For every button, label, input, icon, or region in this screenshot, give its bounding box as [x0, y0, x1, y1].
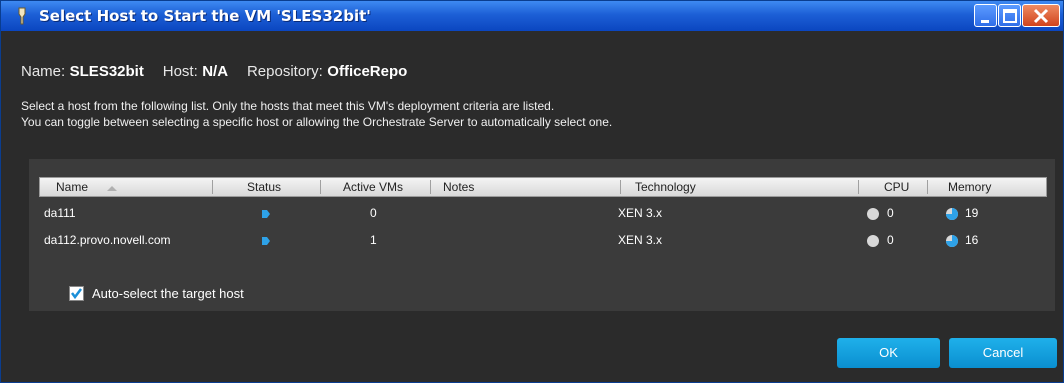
close-button[interactable] — [1022, 4, 1060, 27]
minimize-button[interactable] — [974, 4, 997, 27]
minimize-icon — [981, 20, 989, 23]
active-vms-cell: 0 — [370, 206, 377, 220]
auto-select-label[interactable]: Auto-select the target host — [92, 286, 244, 301]
auto-select-checkbox[interactable] — [69, 286, 84, 301]
table-header: Name Status Active VMs Notes Technology … — [39, 177, 1047, 197]
status-icon — [262, 210, 270, 218]
column-separator[interactable] — [430, 180, 431, 194]
name-value: SLES32bit — [69, 63, 144, 80]
cpu-usage-pie-icon — [867, 235, 879, 247]
maximize-icon — [1003, 9, 1017, 23]
table-row[interactable]: da111 0 XEN 3.x 0 19 — [39, 203, 1047, 225]
column-separator[interactable] — [212, 180, 213, 194]
window-title: Select Host to Start the VM 'SLES32bit' — [39, 7, 371, 25]
close-icon — [1033, 8, 1049, 24]
name-label: Name: — [21, 63, 66, 80]
dialog-window: Select Host to Start the VM 'SLES32bit' … — [0, 0, 1064, 383]
column-header-cpu[interactable]: CPU — [884, 178, 909, 196]
status-icon — [262, 237, 270, 245]
host-list-panel: Name Status Active VMs Notes Technology … — [29, 159, 1055, 311]
host-label: Host: — [162, 63, 198, 80]
ok-button[interactable]: OK — [837, 338, 940, 368]
title-bar[interactable]: Select Host to Start the VM 'SLES32bit' — [1, 1, 1063, 31]
column-separator[interactable] — [858, 180, 859, 194]
column-header-status[interactable]: Status — [247, 178, 281, 196]
instruction-line-2: You can toggle between selecting a speci… — [21, 115, 613, 129]
host-name-cell: da112.provo.novell.com — [44, 233, 171, 247]
cpu-cell: 0 — [887, 233, 894, 247]
column-header-memory[interactable]: Memory — [948, 178, 991, 196]
column-header-technology[interactable]: Technology — [635, 178, 696, 196]
repository-label: Repository: — [246, 63, 323, 80]
vm-info-line: Name: SLES32bit Host: N/A Repository: Of… — [21, 63, 407, 80]
app-icon — [18, 7, 26, 25]
memory-usage-pie-icon — [946, 208, 958, 220]
host-name-cell: da111 — [44, 206, 76, 220]
technology-cell: XEN 3.x — [618, 233, 663, 247]
column-separator[interactable] — [320, 180, 321, 194]
active-vms-cell: 1 — [370, 233, 377, 247]
column-separator[interactable] — [620, 180, 621, 194]
column-header-notes[interactable]: Notes — [443, 178, 474, 196]
technology-cell: XEN 3.x — [618, 206, 663, 220]
cancel-button[interactable]: Cancel — [949, 338, 1057, 368]
maximize-button[interactable] — [998, 4, 1021, 27]
memory-cell: 16 — [965, 233, 979, 247]
cpu-cell: 0 — [887, 206, 894, 220]
cpu-usage-pie-icon — [867, 208, 879, 220]
host-value: N/A — [202, 63, 229, 80]
repository-value: OfficeRepo — [327, 63, 408, 80]
table-row[interactable]: da112.provo.novell.com 1 XEN 3.x 0 16 — [39, 230, 1047, 252]
memory-cell: 19 — [965, 206, 979, 220]
column-header-name[interactable]: Name — [56, 178, 88, 196]
column-separator[interactable] — [927, 180, 928, 194]
memory-usage-pie-icon — [946, 235, 958, 247]
instruction-line-1: Select a host from the following list. O… — [21, 99, 555, 113]
column-header-active-vms[interactable]: Active VMs — [343, 178, 403, 196]
checkmark-icon — [71, 288, 82, 300]
sort-ascending-icon — [107, 186, 117, 191]
